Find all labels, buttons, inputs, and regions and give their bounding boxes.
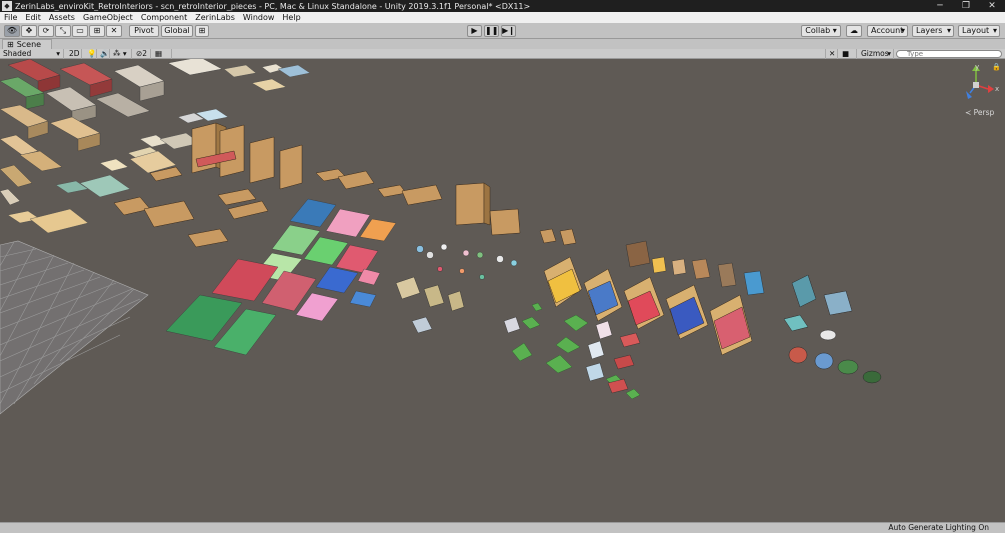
layers-label: Layers [916, 26, 943, 35]
gizmo-x-label: x [995, 85, 1000, 93]
chevron-down-icon: ▾ [887, 49, 891, 58]
camera-settings-icon[interactable]: ■ ▾ [839, 49, 857, 68]
gizmo-y-label: y [975, 63, 980, 71]
window-title: ZerinLabs_enviroKit_RetroInteriors - scn… [15, 1, 531, 11]
account-dropdown[interactable]: Account ▾ [867, 25, 908, 37]
menu-component[interactable]: Component [137, 12, 191, 23]
audio-toggle-icon[interactable]: 🔊 [97, 49, 110, 59]
layers-dropdown[interactable]: Layers ▾ [912, 25, 954, 37]
lighting-toggle-icon[interactable]: 💡 [84, 49, 97, 59]
chevron-down-icon: ▾ [56, 49, 60, 58]
2d-mode-toggle[interactable]: 2D [66, 49, 82, 59]
status-text: Auto Generate Lighting On [888, 523, 989, 532]
grid-icon: ▦ [155, 49, 163, 58]
chevron-down-icon: ▾ [122, 49, 127, 58]
scene-viewport[interactable]: y x 🔒 ≺ Persp [0, 59, 1005, 522]
global-label: Global [164, 26, 190, 35]
window-title-bar: ◆ ZerinLabs_enviroKit_RetroInteriors - s… [0, 0, 1005, 12]
snap-icon[interactable]: ⊞ [195, 25, 209, 37]
camera-icon: ■ [842, 49, 850, 58]
gizmos-dropdown[interactable]: Gizmos ▾ [858, 49, 894, 59]
play-button[interactable]: ▶ [467, 25, 482, 37]
minimize-button[interactable]: ─ [927, 0, 953, 12]
status-bar: Auto Generate Lighting On [0, 522, 1005, 533]
chevron-down-icon: ▾ [900, 26, 905, 35]
rugs [165, 198, 397, 356]
layout-dropdown[interactable]: Layout ▾ [958, 25, 1000, 37]
menu-assets[interactable]: Assets [45, 12, 79, 23]
rotate-tool-icon[interactable]: ⟳ [38, 25, 54, 37]
grid-dropdown-icon[interactable]: ▦ ▾ [152, 49, 172, 68]
transform-tool-icon[interactable]: ⊞ [89, 25, 105, 37]
pause-button[interactable]: ❚❚ [484, 25, 499, 37]
ground-grid [0, 240, 149, 415]
gizmos-label: Gizmos [861, 49, 889, 58]
layout-label: Layout [962, 26, 990, 35]
account-label: Account [871, 26, 904, 35]
custom-tool-icon[interactable]: ✕ [106, 25, 122, 37]
menu-edit[interactable]: Edit [21, 12, 45, 23]
menu-bar: File Edit Assets GameObject Component Ze… [0, 12, 1005, 23]
chevron-down-icon: ▾ [946, 26, 951, 35]
chevron-down-icon: ▾ [992, 26, 997, 35]
maximize-button[interactable]: ❐ [953, 0, 979, 12]
scene-tab-bar: ⊞ Scene [0, 39, 1005, 49]
effects-icon: ⁂ [113, 49, 121, 58]
right-props [783, 274, 882, 384]
scene-search-input[interactable] [896, 50, 1002, 58]
scale-tool-icon[interactable]: ⤡ [55, 25, 71, 37]
perspective-toggle[interactable]: ≺ Persp [965, 108, 994, 117]
hidden-count: 2 [142, 49, 148, 58]
menu-help[interactable]: Help [278, 12, 304, 23]
hidden-objects-toggle[interactable]: ⊘2 [133, 49, 151, 59]
hand-tool-icon[interactable]: 👁 [4, 25, 20, 37]
move-tool-icon[interactable]: ✥ [21, 25, 37, 37]
step-button[interactable]: ▶❙ [501, 25, 516, 37]
scene-tab-label: Scene [16, 40, 42, 49]
main-toolbar: 👁 ✥ ⟳ ⤡ ▭ ⊞ ✕ Pivot Global ⊞ ▶ ❚❚ ▶❙ Col… [0, 23, 1005, 39]
menu-zerinlabs[interactable]: ZerinLabs [191, 12, 239, 23]
orientation-gizmo [966, 65, 994, 99]
collab-dropdown[interactable]: Collab ▾ [801, 25, 841, 37]
scene-tools-icon[interactable]: ✕ [825, 49, 838, 59]
menu-file[interactable]: File [0, 12, 21, 23]
shading-mode-label: Shaded [3, 49, 32, 58]
scene-render [0, 59, 994, 415]
unity-icon: ◆ [2, 1, 12, 11]
global-toggle-button[interactable]: Global [161, 25, 193, 37]
tab-scene[interactable]: ⊞ Scene [2, 39, 52, 49]
lock-icon[interactable]: 🔒 [992, 63, 1001, 71]
pivot-toggle-button[interactable]: Pivot [129, 25, 159, 37]
rect-tool-icon[interactable]: ▭ [72, 25, 88, 37]
shading-mode-dropdown[interactable]: Shaded ▾ [0, 49, 64, 59]
pivot-label: Pivot [134, 26, 154, 35]
cloud-icon[interactable]: ☁ [846, 25, 862, 37]
menu-gameobject[interactable]: GameObject [79, 12, 137, 23]
effects-dropdown-icon[interactable]: ⁂ ▾ [110, 49, 132, 59]
menu-window[interactable]: Window [239, 12, 279, 23]
close-button[interactable]: ✕ [979, 0, 1005, 12]
scene-view-toolbar: Shaded ▾ 2D 💡 🔊 ⁂ ▾ ⊘2 ▦ ▾ ✕ ■ ▾ Gizmos … [0, 49, 1005, 68]
scene-tab-icon: ⊞ [7, 40, 14, 49]
